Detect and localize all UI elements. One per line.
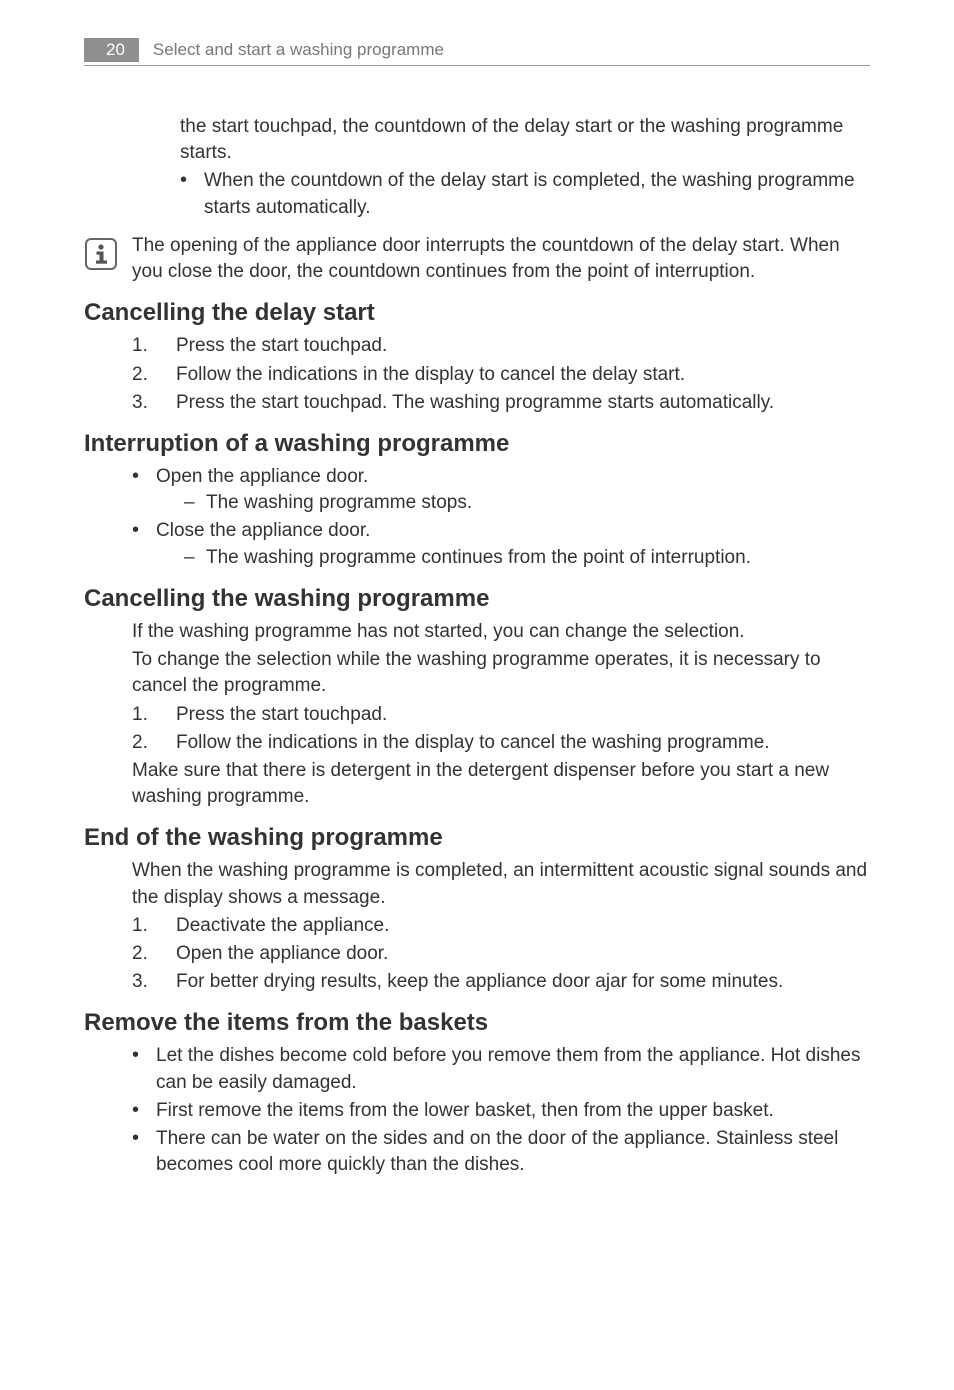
heading-interruption: Interruption of a washing programme: [84, 430, 870, 458]
end-intro: When the washing programme is completed,…: [132, 858, 870, 910]
remove-block: Let the dishes become cold before you re…: [132, 1043, 870, 1178]
page-header: 20 Select and start a washing programme: [84, 38, 870, 66]
sub-list-item: The washing programme continues from the…: [184, 545, 870, 571]
page-number: 20: [84, 38, 139, 62]
cancel-wash-outro: Make sure that there is detergent in the…: [132, 758, 870, 810]
cancel-wash-intro1: If the washing programme has not started…: [132, 619, 870, 645]
cancel-delay-block: Press the start touchpad. Follow the ind…: [132, 333, 870, 416]
list-item: Press the start touchpad.: [132, 702, 870, 728]
cancel-wash-steps: Press the start touchpad. Follow the ind…: [132, 702, 870, 756]
bullet-text: Open the appliance door.: [156, 466, 368, 487]
interruption-list: Open the appliance door. The washing pro…: [132, 464, 870, 571]
end-block: When the washing programme is completed,…: [132, 858, 870, 995]
list-item: Let the dishes become cold before you re…: [132, 1043, 870, 1095]
info-note-row: The opening of the appliance door interr…: [84, 233, 870, 285]
end-steps: Deactivate the appliance. Open the appli…: [132, 913, 870, 996]
list-item: Close the appliance door. The washing pr…: [132, 518, 870, 570]
heading-end: End of the washing programme: [84, 824, 870, 852]
interruption-block: Open the appliance door. The washing pro…: [132, 464, 870, 571]
list-item: Open the appliance door.: [132, 941, 870, 967]
cancel-wash-intro2: To change the selection while the washin…: [132, 647, 870, 699]
page-title: Select and start a washing programme: [153, 40, 444, 60]
list-item: Press the start touchpad. The washing pr…: [132, 390, 870, 416]
bullet-text: Close the appliance door.: [156, 520, 370, 541]
intro-bullet-item: When the countdown of the delay start is…: [180, 168, 870, 220]
list-item: Press the start touchpad.: [132, 333, 870, 359]
heading-remove: Remove the items from the baskets: [84, 1009, 870, 1037]
list-item: Deactivate the appliance.: [132, 913, 870, 939]
list-item: For better drying results, keep the appl…: [132, 969, 870, 995]
list-item: Follow the indications in the display to…: [132, 362, 870, 388]
remove-list: Let the dishes become cold before you re…: [132, 1043, 870, 1178]
continuation-block: the start touchpad, the countdown of the…: [180, 114, 870, 221]
page-content: the start touchpad, the countdown of the…: [84, 66, 870, 1179]
heading-cancel-delay: Cancelling the delay start: [84, 299, 870, 327]
info-icon: [84, 237, 118, 271]
cancel-wash-block: If the washing programme has not started…: [132, 619, 870, 811]
list-item: Open the appliance door. The washing pro…: [132, 464, 870, 516]
list-item: There can be water on the sides and on t…: [132, 1126, 870, 1178]
sub-list-item: The washing programme stops.: [184, 490, 870, 516]
heading-cancel-wash: Cancelling the washing programme: [84, 585, 870, 613]
continuation-text: the start touchpad, the countdown of the…: [180, 114, 870, 166]
sub-list: The washing programme continues from the…: [184, 545, 870, 571]
intro-bullet-list: When the countdown of the delay start is…: [180, 168, 870, 220]
cancel-delay-steps: Press the start touchpad. Follow the ind…: [132, 333, 870, 416]
info-note-text: The opening of the appliance door interr…: [132, 233, 870, 285]
list-item: First remove the items from the lower ba…: [132, 1098, 870, 1124]
list-item: Follow the indications in the display to…: [132, 730, 870, 756]
sub-list: The washing programme stops.: [184, 490, 870, 516]
